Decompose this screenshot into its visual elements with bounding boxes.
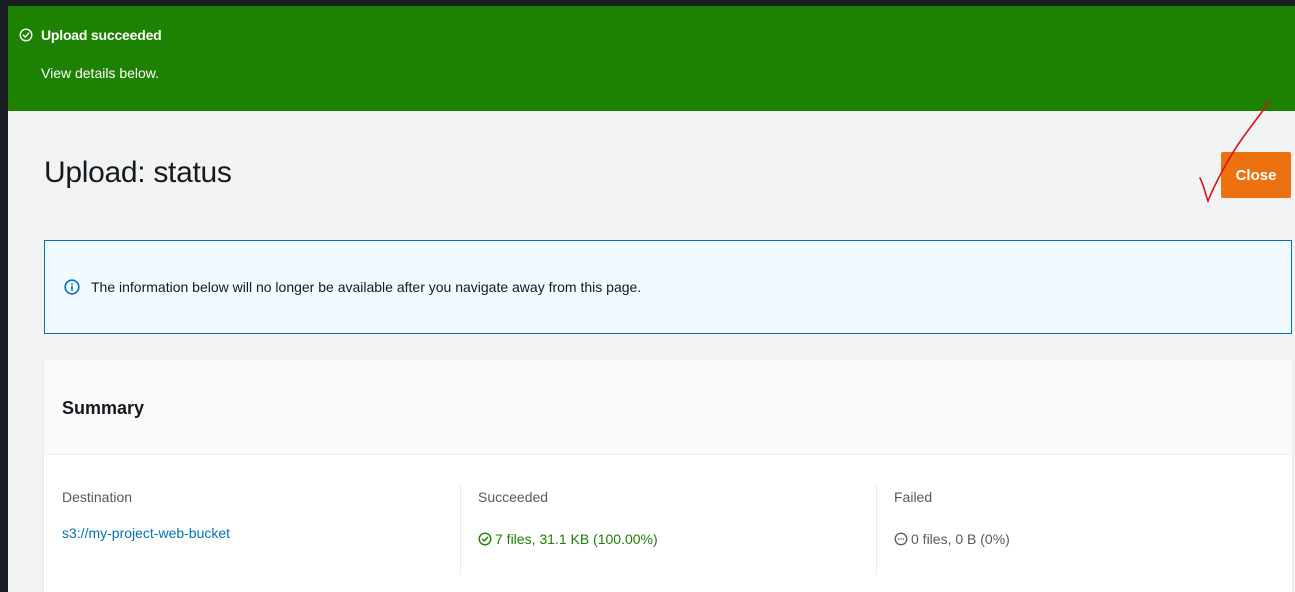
column-divider [876,485,877,575]
failed-label: Failed [894,489,933,505]
minus-circle-icon [894,532,908,546]
failed-column: Failed 0 files, 0 B (0%) [876,455,1292,575]
success-flash-banner: Upload succeeded View details below. [8,6,1295,111]
app-frame: Upload succeeded View details below. Upl… [8,6,1295,592]
destination-link[interactable]: s3://my-project-web-bucket [62,525,230,541]
info-alert-text: The information below will no longer be … [91,279,642,295]
flash-subtitle: View details below. [41,65,160,81]
info-icon [64,279,80,295]
succeeded-column: Succeeded 7 files, 31.1 KB (100.00%) [460,455,876,575]
summary-container: Summary Destination s3://my-project-web-… [44,360,1292,592]
summary-title: Summary [62,398,145,418]
flash-title: Upload succeeded [41,27,162,43]
info-alert: The information below will no longer be … [44,240,1292,334]
summary-header: Summary [44,360,1292,455]
check-circle-icon [19,28,33,42]
destination-column: Destination s3://my-project-web-bucket [44,455,460,575]
succeeded-value-text: 7 files, 31.1 KB (100.00%) [495,531,658,547]
close-button[interactable]: Close [1221,152,1291,198]
check-circle-icon [478,532,492,546]
failed-value: 0 files, 0 B (0%) [894,531,1010,547]
succeeded-label: Succeeded [478,489,549,505]
page-title: Upload: status [44,156,232,189]
column-divider [460,485,461,575]
succeeded-value: 7 files, 31.1 KB (100.00%) [478,531,658,547]
destination-label: Destination [62,489,133,505]
failed-value-text: 0 files, 0 B (0%) [911,531,1010,547]
